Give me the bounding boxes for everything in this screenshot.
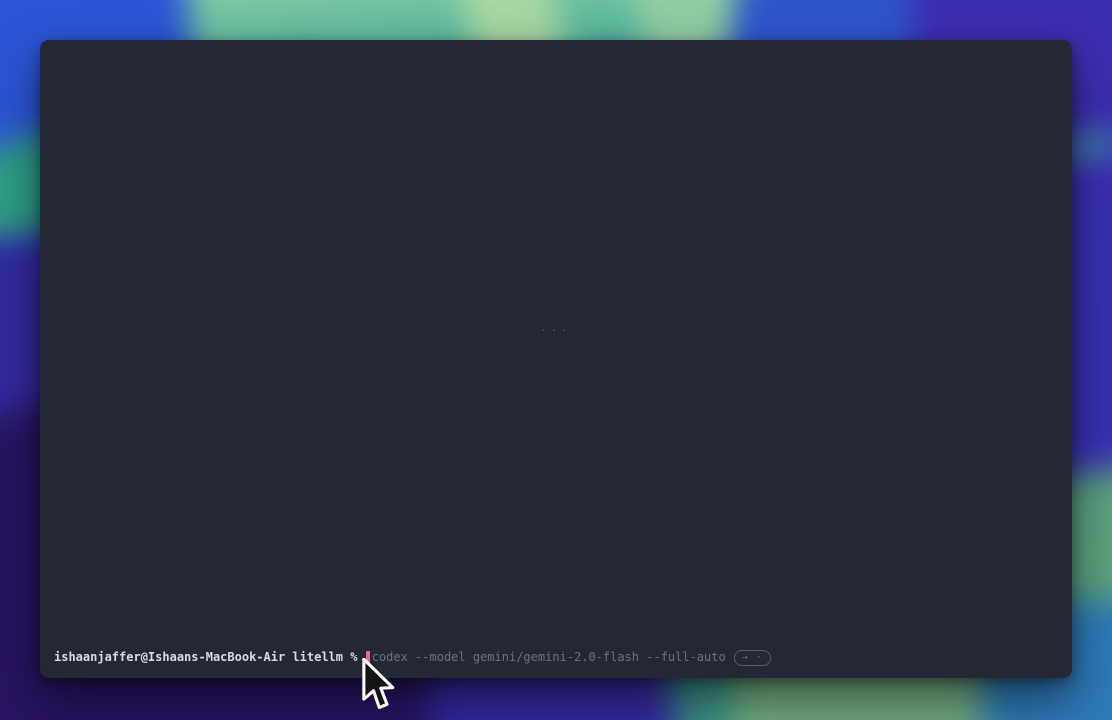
accept-suggestion-hint: → ·	[734, 650, 771, 666]
terminal-loading-dots: ...	[540, 320, 571, 334]
terminal-prompt-line[interactable]: ishaanjaffer@Ishaans-MacBook-Air litellm…	[54, 649, 771, 666]
prompt-user-host: ishaanjaffer@Ishaans-MacBook-Air	[54, 649, 285, 666]
prompt-symbol: %	[350, 649, 357, 666]
prompt-directory: litellm	[292, 649, 343, 666]
prompt-space	[285, 649, 292, 666]
autosuggestion-text: codex --model gemini/gemini-2.0-flash --…	[372, 649, 726, 666]
prompt-space	[343, 649, 350, 666]
prompt-space	[357, 649, 364, 666]
text-cursor	[366, 651, 370, 665]
terminal-window[interactable]: ... ishaanjaffer@Ishaans-MacBook-Air lit…	[40, 40, 1072, 678]
